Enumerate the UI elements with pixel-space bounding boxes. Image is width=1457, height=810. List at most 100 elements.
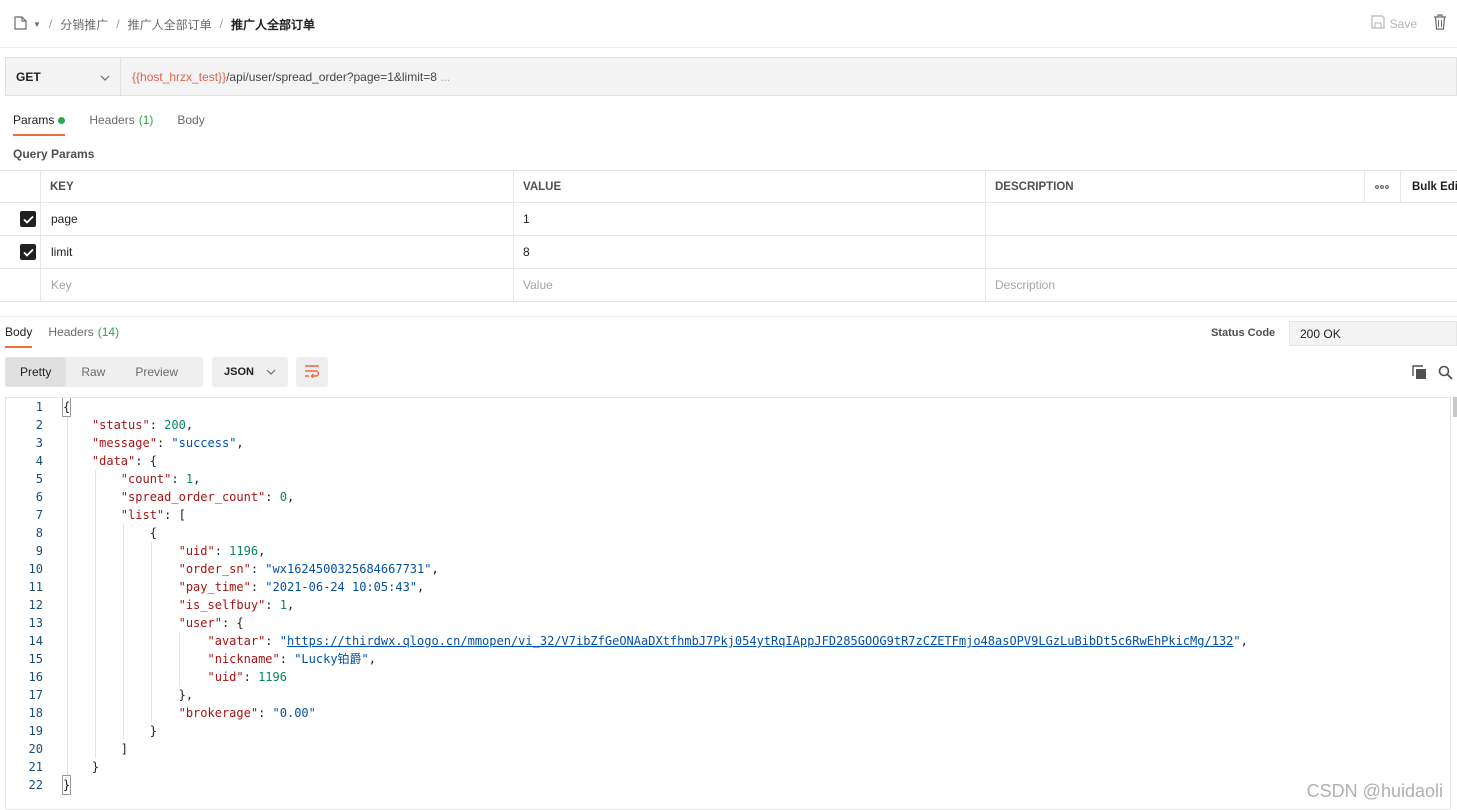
url-bar: GET {{host_hrzx_test}}/api/user/spread_o… (5, 57, 1457, 96)
table-row: limit 8 (0, 236, 1457, 269)
divider (0, 47, 1457, 48)
code-line: "spread_order_count": 0, (120, 490, 295, 504)
more-options-icon[interactable] (1364, 171, 1400, 202)
tab-response-body[interactable]: Body (5, 325, 33, 348)
view-pretty-button[interactable]: Pretty (5, 357, 67, 387)
code-line: "nickname": "Lucky铂爵", (207, 652, 377, 666)
tab-body-label: Body (177, 113, 205, 127)
view-raw-button[interactable]: Raw (66, 357, 120, 387)
code-line: "message": "success", (91, 436, 244, 450)
line-number: 10 (28, 562, 43, 576)
code-line: "count": 1, (120, 472, 201, 486)
line-number: 16 (28, 670, 43, 684)
tab-response-body-label: Body (5, 325, 33, 339)
breadcrumb-separator: / (219, 17, 223, 31)
line-number: 5 (35, 472, 43, 486)
code-line: "data": { (91, 454, 157, 468)
line-number: 1 (35, 400, 43, 414)
line-number: 17 (28, 688, 43, 702)
line-number: 18 (28, 706, 43, 720)
watermark: CSDN @huidaoli (1306, 781, 1443, 801)
column-header-key: KEY (50, 180, 74, 193)
code-line: }, (63, 688, 194, 702)
new-description-input[interactable]: Description (995, 269, 1055, 301)
caret-down-icon[interactable]: ▼ (33, 20, 41, 29)
code-line: "brokerage": "0.00" (178, 706, 316, 720)
line-number: 13 (28, 616, 43, 630)
code-line: { (61, 398, 72, 417)
tab-headers[interactable]: Headers (1) (89, 113, 153, 136)
search-icon[interactable] (1438, 365, 1453, 383)
tab-body[interactable]: Body (177, 113, 204, 136)
tab-headers-label: Headers (89, 113, 135, 127)
format-label: JSON (224, 366, 254, 378)
tab-response-headers-count: (14) (97, 325, 120, 339)
code-line: } (63, 760, 100, 774)
line-number: 22 (28, 778, 43, 792)
code-line: } (63, 724, 157, 738)
line-number: 12 (28, 598, 43, 612)
wrap-lines-button[interactable] (296, 357, 328, 387)
view-mode-selector: Pretty Raw Preview (5, 357, 203, 387)
copy-icon[interactable] (1412, 365, 1427, 383)
tab-response-headers[interactable]: Headers (14) (48, 325, 119, 348)
response-tabs: Body Headers (14) (5, 325, 119, 348)
tab-params-label: Params (13, 113, 55, 127)
url-variable: {{host_hrzx_test}} (132, 69, 227, 84)
status-code-value: 200 OK (1289, 321, 1457, 346)
table-row: page 1 (0, 203, 1457, 236)
url-overflow: ... (440, 69, 451, 84)
method-select[interactable]: GET (6, 58, 121, 95)
param-value[interactable]: 8 (523, 236, 530, 268)
new-value-input[interactable]: Value (523, 269, 553, 301)
code-line: "uid": 1196 (207, 670, 287, 684)
table-row-empty: Key Value Description (0, 269, 1457, 302)
tab-params[interactable]: Params (13, 113, 66, 136)
code-line: "user": { (178, 616, 244, 630)
breadcrumb-separator: / (48, 17, 53, 31)
code-line: "status": 200, (91, 418, 194, 432)
code-line: } (61, 775, 72, 795)
line-number: 8 (35, 526, 43, 540)
url-path: /api/user/spread_order?page=1&limit=8 (226, 69, 437, 84)
format-select[interactable]: JSON (212, 357, 288, 387)
code-line: "pay_time": "2021-06-24 10:05:43", (178, 580, 425, 594)
line-number: 14 (28, 634, 43, 648)
response-body-code[interactable]: 1 { 2 "status": 200, 3 "message": "succes… (5, 397, 1451, 810)
view-preview-button[interactable]: Preview (120, 357, 193, 387)
code-line: ] (63, 742, 129, 756)
breadcrumb-item-collection[interactable]: 分销推广 (60, 16, 108, 33)
save-label: Save (1389, 16, 1417, 31)
param-key[interactable]: page (51, 203, 78, 235)
table-header-row: KEY VALUE DESCRIPTION Bulk Edi (0, 170, 1457, 203)
url-input[interactable]: {{host_hrzx_test}}/api/user/spread_order… (121, 70, 450, 84)
breadcrumb-item-folder[interactable]: 推广人全部订单 (128, 16, 212, 33)
line-number: 2 (35, 418, 43, 432)
divider (0, 316, 1457, 317)
line-number: 11 (28, 580, 43, 594)
chevron-down-icon (266, 366, 276, 378)
new-key-input[interactable]: Key (51, 269, 72, 301)
column-header-value: VALUE (523, 180, 562, 193)
tab-response-headers-label: Headers (48, 325, 94, 339)
avatar-link[interactable]: https://thirdwx.qlogo.cn/mmopen/vi_32/V7… (287, 634, 1233, 648)
tab-headers-count: (1) (138, 113, 154, 127)
vertical-scrollbar[interactable] (1453, 397, 1457, 417)
param-value[interactable]: 1 (523, 203, 530, 235)
line-number: 3 (35, 436, 43, 450)
chevron-down-icon (100, 70, 110, 84)
delete-icon[interactable] (1433, 14, 1447, 33)
document-icon[interactable] (14, 15, 27, 33)
param-key[interactable]: limit (51, 236, 72, 268)
request-tabs: Params Headers (1) Body (13, 113, 205, 136)
line-number: 9 (35, 544, 43, 558)
save-button[interactable]: Save (1371, 15, 1417, 32)
bulk-edit-button[interactable]: Bulk Edi (1412, 171, 1457, 202)
param-checkbox[interactable] (20, 236, 36, 268)
line-number: 4 (35, 454, 43, 468)
param-checkbox[interactable] (20, 203, 36, 235)
line-number: 15 (28, 652, 43, 666)
save-icon (1371, 15, 1385, 32)
request-name[interactable]: 推广人全部订单 (231, 16, 315, 33)
code-line: "is_selfbuy": 1, (178, 598, 295, 612)
